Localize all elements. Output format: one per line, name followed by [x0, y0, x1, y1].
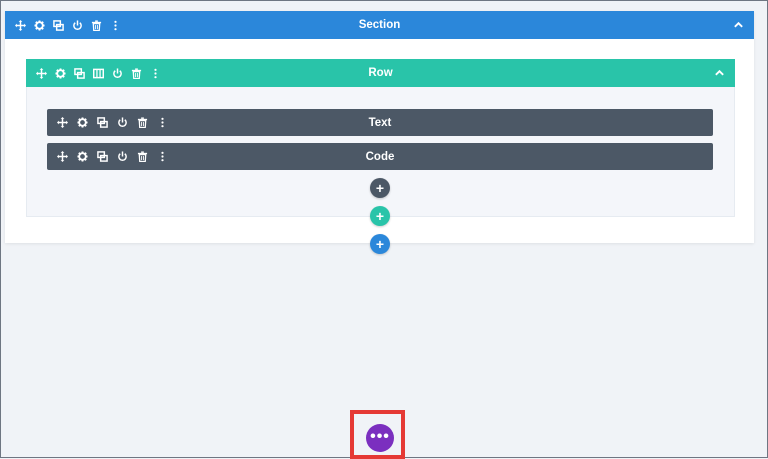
section-container: Section Row Text Code + + + — [5, 11, 754, 254]
module-code-bar[interactable]: Code — [47, 143, 713, 170]
duplicate-icon[interactable] — [74, 67, 85, 79]
section-toolbar — [15, 19, 121, 31]
more-vertical-icon[interactable] — [157, 117, 168, 128]
power-icon[interactable] — [117, 117, 128, 128]
power-icon[interactable] — [112, 67, 123, 79]
module-toolbar — [57, 151, 168, 162]
add-row-button[interactable]: + — [370, 206, 390, 226]
add-section-button[interactable]: + — [370, 234, 390, 254]
gear-icon[interactable] — [77, 117, 88, 128]
section-header-bar[interactable]: Section — [5, 11, 754, 39]
chevron-up-icon[interactable] — [714, 68, 725, 79]
more-vertical-icon[interactable] — [150, 68, 161, 79]
move-icon[interactable] — [57, 117, 68, 128]
page-settings-more-button[interactable]: ••• — [366, 424, 394, 452]
trash-icon[interactable] — [131, 67, 142, 79]
trash-icon[interactable] — [137, 151, 148, 162]
add-module-button[interactable]: + — [370, 178, 390, 198]
move-icon[interactable] — [57, 151, 68, 162]
gear-icon[interactable] — [34, 19, 45, 31]
move-icon[interactable] — [15, 19, 26, 31]
module-toolbar — [57, 117, 168, 128]
move-icon[interactable] — [36, 67, 47, 79]
duplicate-icon[interactable] — [97, 117, 108, 128]
duplicate-icon[interactable] — [97, 151, 108, 162]
gear-icon[interactable] — [77, 151, 88, 162]
duplicate-icon[interactable] — [53, 19, 64, 31]
chevron-up-icon[interactable] — [733, 20, 744, 31]
gear-icon[interactable] — [55, 67, 66, 79]
power-icon[interactable] — [117, 151, 128, 162]
row-header-bar[interactable]: Row — [26, 59, 735, 87]
columns-icon[interactable] — [93, 68, 104, 79]
more-vertical-icon[interactable] — [110, 20, 121, 31]
more-vertical-icon[interactable] — [157, 151, 168, 162]
trash-icon[interactable] — [91, 19, 102, 31]
module-text-bar[interactable]: Text — [47, 109, 713, 136]
power-icon[interactable] — [72, 19, 83, 31]
row-toolbar — [36, 67, 161, 79]
trash-icon[interactable] — [137, 117, 148, 128]
